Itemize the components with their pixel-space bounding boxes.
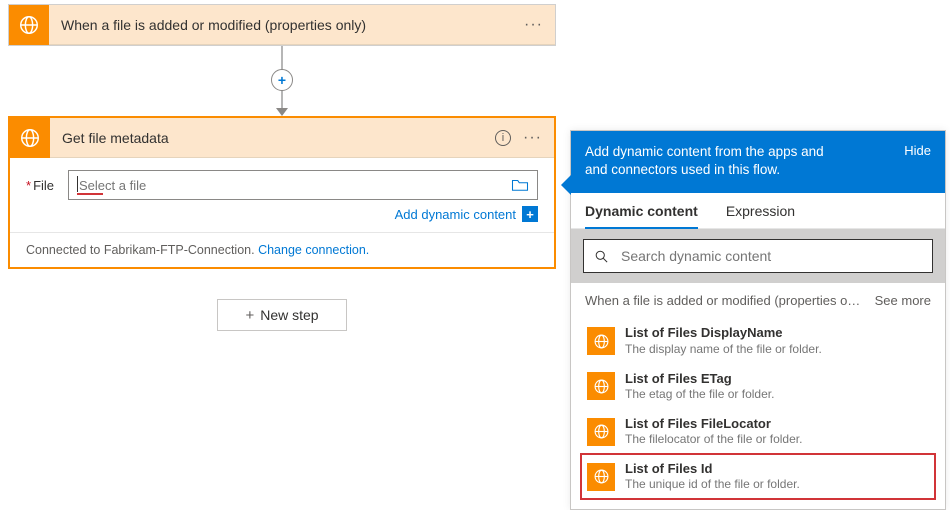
folder-picker-button[interactable]	[511, 178, 529, 192]
tab-expression[interactable]: Expression	[726, 193, 795, 228]
action-menu-button[interactable]: ···	[519, 129, 546, 147]
connector-line	[281, 46, 283, 70]
token-title: List of Files FileLocator	[625, 416, 802, 432]
trigger-card[interactable]: When a file is added or modified (proper…	[8, 4, 556, 46]
trigger-header[interactable]: When a file is added or modified (proper…	[9, 5, 555, 45]
search-box[interactable]	[583, 239, 933, 273]
action-body: *File Add dynamic content +	[10, 158, 554, 232]
token-group-title: When a file is added or modified (proper…	[585, 293, 860, 308]
file-input[interactable]	[68, 170, 538, 200]
panel-header: Add dynamic content from the apps and an…	[571, 131, 945, 193]
connector-line	[281, 90, 283, 110]
search-icon	[594, 249, 609, 264]
token-description: The etag of the file or folder.	[625, 387, 774, 402]
panel-header-line2: and connectors used in this flow.	[585, 162, 780, 177]
connector-icon	[587, 372, 615, 400]
action-card[interactable]: Get file metadata i ··· *File	[8, 116, 556, 269]
plus-icon: +	[245, 307, 254, 324]
see-more-link[interactable]: See more	[875, 293, 931, 308]
token-item[interactable]: List of Files DisplayName The display na…	[581, 318, 935, 363]
connector-icon	[9, 5, 49, 45]
trigger-menu-button[interactable]: ···	[520, 16, 547, 34]
add-dynamic-content-link[interactable]: Add dynamic content	[395, 207, 516, 222]
connection-name: Fabrikam-FTP-Connection	[104, 243, 251, 257]
new-step-button[interactable]: + New step	[217, 299, 347, 331]
token-description: The filelocator of the file or folder.	[625, 432, 802, 447]
action-title: Get file metadata	[50, 130, 495, 146]
connector-icon	[10, 118, 50, 158]
token-list: List of Files DisplayName The display na…	[571, 318, 945, 509]
action-header[interactable]: Get file metadata i ···	[10, 118, 554, 158]
text-caret	[77, 176, 78, 192]
search-area	[571, 229, 945, 283]
connector-icon	[587, 418, 615, 446]
search-input[interactable]	[619, 247, 922, 265]
change-connection-link[interactable]: Change connection.	[258, 243, 369, 257]
add-dynamic-content-button[interactable]: +	[522, 206, 538, 222]
token-group-header: When a file is added or modified (proper…	[571, 283, 945, 318]
spellcheck-underline	[77, 193, 103, 195]
arrow-down-icon	[276, 108, 288, 116]
trigger-title: When a file is added or modified (proper…	[49, 17, 520, 33]
insert-step-button[interactable]: +	[271, 69, 293, 91]
token-item-highlighted[interactable]: List of Files Id The unique id of the fi…	[581, 454, 935, 499]
panel-tabs: Dynamic content Expression	[571, 193, 945, 229]
new-step-label: New step	[260, 307, 318, 323]
token-title: List of Files DisplayName	[625, 325, 822, 341]
info-icon[interactable]: i	[495, 130, 511, 146]
token-description: The display name of the file or folder.	[625, 342, 822, 357]
token-item[interactable]: List of Files ETag The etag of the file …	[581, 364, 935, 409]
token-item[interactable]: List of Files FileLocator The filelocato…	[581, 409, 935, 454]
tab-dynamic-content[interactable]: Dynamic content	[585, 193, 698, 229]
connected-prefix: Connected to	[26, 243, 104, 257]
panel-header-line1: Add dynamic content from the apps and	[585, 144, 824, 159]
file-field-label: *File	[26, 178, 54, 193]
action-footer: Connected to Fabrikam-FTP-Connection. Ch…	[10, 232, 554, 267]
required-star-icon: *	[26, 178, 31, 193]
connector-icon	[587, 463, 615, 491]
hide-panel-link[interactable]: Hide	[904, 143, 931, 179]
connector-icon	[587, 327, 615, 355]
callout-arrow-icon	[561, 175, 571, 195]
token-title: List of Files ETag	[625, 371, 774, 387]
token-description: The unique id of the file or folder.	[625, 477, 800, 492]
token-title: List of Files Id	[625, 461, 800, 477]
file-input-field[interactable]	[77, 177, 511, 194]
dynamic-content-panel: Add dynamic content from the apps and an…	[570, 130, 946, 510]
